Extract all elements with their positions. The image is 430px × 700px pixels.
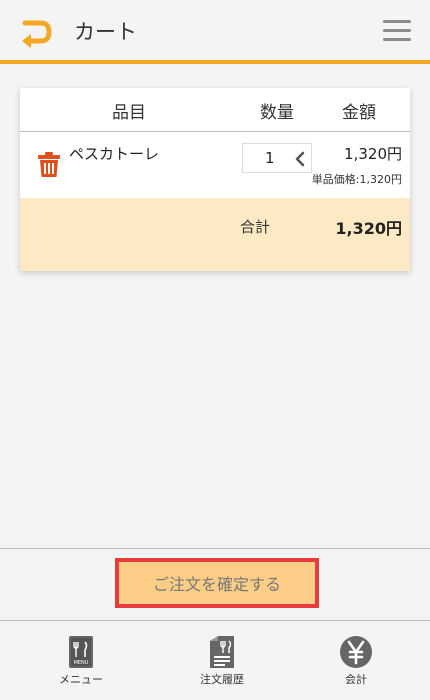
chevron-left-icon <box>295 151 305 167</box>
item-price: 1,320円 <box>344 145 402 163</box>
order-history-icon <box>210 636 234 668</box>
total-label: 合計 <box>240 218 271 236</box>
item-name: ペスカトーレ <box>69 145 160 163</box>
delete-item-button[interactable] <box>37 152 61 178</box>
column-header-item: 品目 <box>112 103 146 123</box>
tab-order-history-label: 注文履歴 <box>200 673 244 686</box>
tab-bill-label: 会計 <box>345 673 367 686</box>
page-title: カート <box>74 20 137 44</box>
menu-book-icon: MENU <box>69 636 93 668</box>
tab-menu-label: メニュー <box>59 673 103 686</box>
quantity-select[interactable]: 1 <box>242 143 312 173</box>
column-header-amount: 金額 <box>342 103 376 123</box>
unit-price: 単品価格:1,320円 <box>311 173 402 186</box>
header: カート <box>0 0 430 64</box>
cart-table-header: 品目 数量 金額 <box>20 88 410 132</box>
cart-item-row: ペスカトーレ 1 1,320円 単品価格:1,320円 <box>20 133 410 198</box>
tab-order-history[interactable]: 注文履歴 <box>172 635 272 697</box>
back-arrow-icon <box>22 20 52 48</box>
yen-icon <box>340 636 372 668</box>
confirm-order-button[interactable]: ご注文を確定する <box>115 558 319 608</box>
column-header-quantity: 数量 <box>260 103 294 123</box>
confirm-area: ご注文を確定する <box>0 548 430 620</box>
quantity-value: 1 <box>265 149 275 167</box>
total-value: 1,320円 <box>335 219 402 238</box>
menu-button[interactable] <box>382 16 412 46</box>
hamburger-menu-icon <box>383 20 411 41</box>
tab-bill[interactable]: 会計 <box>306 635 406 697</box>
total-row: 合計 1,320円 <box>20 198 410 271</box>
bottom-tab-bar: MENU メニュー 注文履歴 会計 <box>0 620 430 700</box>
trash-icon <box>38 152 60 177</box>
back-button[interactable] <box>18 14 54 50</box>
cart-card: 品目 数量 金額 ペスカトーレ 1 1,320円 単品価格:1,320円 合計 … <box>20 88 410 271</box>
menu-badge-text: MENU <box>74 660 89 666</box>
tab-menu[interactable]: MENU メニュー <box>31 635 131 697</box>
